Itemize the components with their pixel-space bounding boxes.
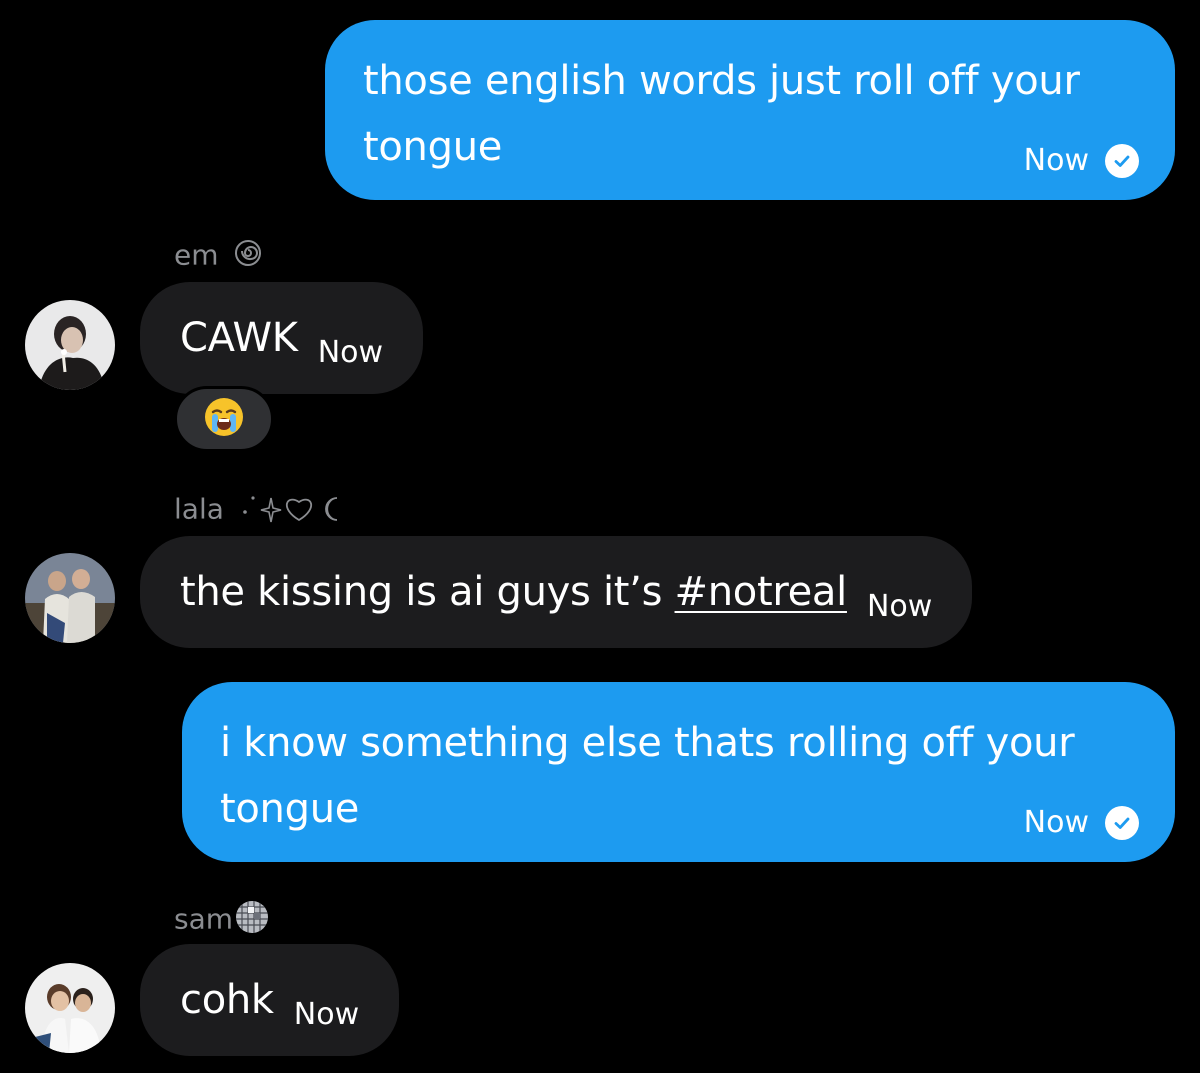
sender-name: em (174, 238, 263, 275)
disco-ball-icon (233, 898, 271, 943)
message-meta: Now (1024, 143, 1139, 178)
chat-thread: those english words just roll off your t… (0, 0, 1200, 1073)
sender-name: sam (174, 898, 271, 943)
avatar[interactable] (25, 963, 115, 1053)
avatar[interactable] (25, 300, 115, 390)
message-time: Now (866, 588, 933, 624)
sender-name-text: em (174, 238, 219, 272)
incoming-message-bubble[interactable]: the kissing is ai guys it’s #notreal Now (140, 536, 973, 648)
sender-name: lala (174, 490, 343, 531)
message-text: i know something else thats rolling off … (220, 720, 1075, 832)
check-circle-icon (1105, 143, 1139, 178)
message-text: the kissing is ai guys it’s #notreal (180, 569, 847, 615)
spiral-icon (233, 238, 263, 275)
message-text: CAWK (180, 315, 298, 361)
incoming-message-bubble[interactable]: CAWK Now (140, 282, 424, 394)
sender-name-text: lala (174, 492, 224, 526)
sparkle-heart-moon-icon (239, 490, 343, 531)
hashtag-link[interactable]: #notreal (675, 569, 848, 615)
reaction-badge[interactable] (174, 386, 274, 452)
outgoing-message-bubble[interactable]: i know something else thats rolling off … (182, 682, 1175, 862)
outgoing-message-bubble[interactable]: those english words just roll off your t… (325, 20, 1175, 200)
message-time: Now (1023, 143, 1089, 178)
incoming-message-bubble[interactable]: cohk Now (140, 944, 400, 1056)
message-text: cohk (180, 977, 274, 1023)
message-time: Now (293, 996, 360, 1032)
avatar[interactable] (25, 553, 115, 643)
check-circle-icon (1105, 805, 1139, 840)
message-time: Now (1023, 805, 1089, 840)
message-text-prefix: the kissing is ai guys it’s (180, 569, 675, 615)
message-meta: Now (1024, 805, 1139, 840)
loudly-crying-face-icon (202, 395, 246, 443)
message-time: Now (317, 334, 384, 370)
sender-name-text: sam (174, 902, 234, 936)
